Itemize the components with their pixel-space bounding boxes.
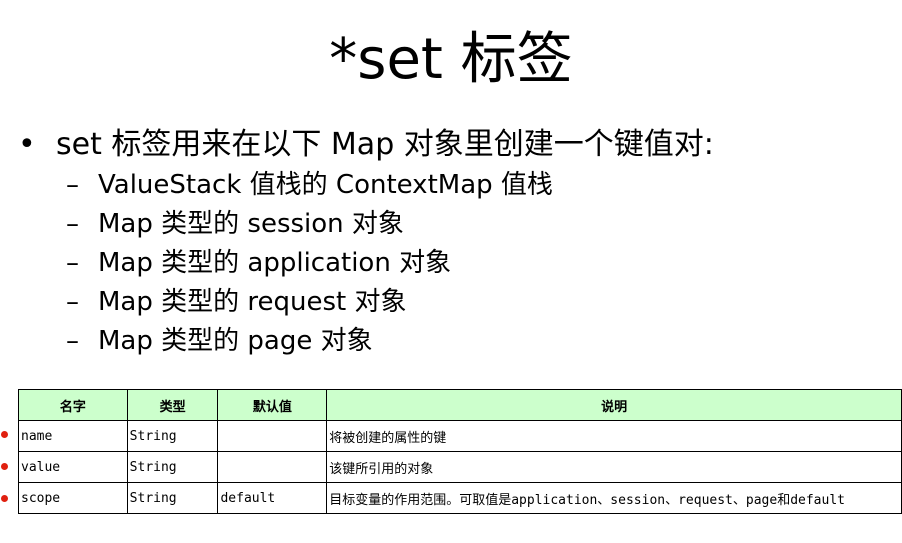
- sub-item-text: Map 类型的 request 对象: [98, 287, 407, 317]
- row-marker-dot: [1, 463, 8, 470]
- bullet-list: • set 标签用来在以下 Map 对象里创建一个键值对: – ValueSta…: [18, 124, 888, 361]
- attribute-table: 名字 类型 默认值 说明 name String 将被创建的属性的键 value…: [18, 389, 902, 514]
- cell-description: 目标变量的作用范围。可取值是application、session、reques…: [326, 482, 902, 514]
- sub-item-session: – Map 类型的 session 对象: [18, 205, 888, 244]
- table-row: name String 将被创建的属性的键: [18, 420, 902, 452]
- sub-item-valuestack: – ValueStack 值栈的 ContextMap 值栈: [18, 166, 888, 205]
- table-header-row: 名字 类型 默认值 说明: [18, 389, 902, 421]
- column-header-default: 默认值: [217, 389, 328, 421]
- sub-item-page: – Map 类型的 page 对象: [18, 322, 888, 361]
- sub-item-text: Map 类型的 application 对象: [98, 248, 452, 278]
- cell-name: value: [18, 451, 128, 483]
- cell-default: [217, 451, 328, 483]
- slide-title: *set 标签: [329, 27, 573, 92]
- dash-marker: –: [66, 170, 79, 200]
- sub-item-application: – Map 类型的 application 对象: [18, 244, 888, 283]
- row-marker-dot: [1, 431, 8, 438]
- cell-default: [217, 420, 328, 452]
- bullet-marker: •: [18, 127, 36, 162]
- dash-marker: –: [66, 209, 79, 239]
- cell-name: name: [18, 420, 128, 452]
- table-row: scope String default 目标变量的作用范围。可取值是appli…: [18, 482, 902, 514]
- column-header-type: 类型: [126, 389, 219, 421]
- cell-type: String: [126, 420, 219, 452]
- cell-type: String: [126, 451, 219, 483]
- dash-marker: –: [66, 287, 79, 317]
- column-header-name: 名字: [18, 389, 128, 421]
- bullet-text: set 标签用来在以下 Map 对象里创建一个键值对:: [56, 127, 714, 162]
- cell-default: default: [217, 482, 328, 514]
- sub-item-text: ValueStack 值栈的 ContextMap 值栈: [98, 170, 553, 200]
- dash-marker: –: [66, 326, 79, 356]
- cell-name: scope: [18, 482, 128, 514]
- sub-item-request: – Map 类型的 request 对象: [18, 283, 888, 322]
- cell-description: 将被创建的属性的键: [326, 420, 902, 452]
- sub-item-text: Map 类型的 session 对象: [98, 209, 404, 239]
- dash-marker: –: [66, 248, 79, 278]
- sub-item-text: Map 类型的 page 对象: [98, 326, 373, 356]
- cell-type: String: [126, 482, 219, 514]
- cell-description: 该键所引用的对象: [326, 451, 902, 483]
- bullet-item: • set 标签用来在以下 Map 对象里创建一个键值对:: [18, 124, 888, 166]
- table-row: value String 该键所引用的对象: [18, 451, 902, 483]
- row-marker-dot: [1, 495, 8, 502]
- column-header-description: 说明: [326, 389, 902, 421]
